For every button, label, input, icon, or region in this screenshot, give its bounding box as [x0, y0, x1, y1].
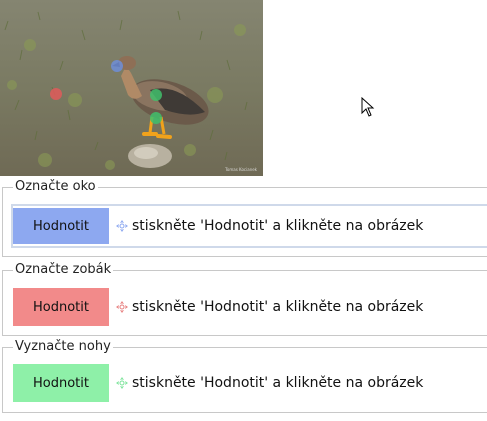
task-row: Hodnotit stiskněte 'Hodnotit' a klikněte… — [11, 204, 487, 248]
leg-marker-2 — [150, 112, 162, 124]
task-hint: stiskněte 'Hodnotit' a klikněte na obráz… — [132, 375, 424, 391]
rate-button[interactable]: Hodnotit — [13, 288, 109, 326]
goose-image — [0, 0, 263, 176]
crosshair-icon — [116, 220, 128, 232]
task-mark-legs: Vyznačte nohy Hodnotit stiskněte 'Hodnot… — [2, 339, 487, 413]
crosshair-icon — [116, 377, 128, 389]
task-hint: stiskněte 'Hodnotit' a klikněte na obráz… — [132, 299, 424, 315]
task-hint: stiskněte 'Hodnotit' a klikněte na obráz… — [132, 218, 424, 234]
leg-marker-1 — [150, 89, 162, 101]
task-title: Označte zobák — [13, 262, 114, 278]
task-mark-eye: Označte oko Hodnotit stiskněte 'Hodnotit… — [2, 179, 487, 257]
task-row: Hodnotit stiskněte 'Hodnotit' a klikněte… — [13, 286, 487, 328]
rate-button[interactable]: Hodnotit — [13, 364, 109, 402]
task-mark-beak: Označte zobák Hodnotit stiskněte 'Hodnot… — [2, 262, 487, 336]
task-title: Vyznačte nohy — [13, 339, 113, 355]
mouse-cursor-icon — [361, 97, 375, 117]
crosshair-icon — [116, 301, 128, 313]
task-row: Hodnotit stiskněte 'Hodnotit' a klikněte… — [13, 362, 487, 404]
photo-credit: Tomas Kocianek — [225, 167, 257, 172]
task-title: Označte oko — [13, 179, 98, 195]
eye-marker — [111, 60, 123, 72]
bird-photo[interactable]: Tomas Kocianek — [0, 0, 263, 176]
beak-marker — [50, 88, 62, 100]
rate-button[interactable]: Hodnotit — [13, 208, 109, 244]
